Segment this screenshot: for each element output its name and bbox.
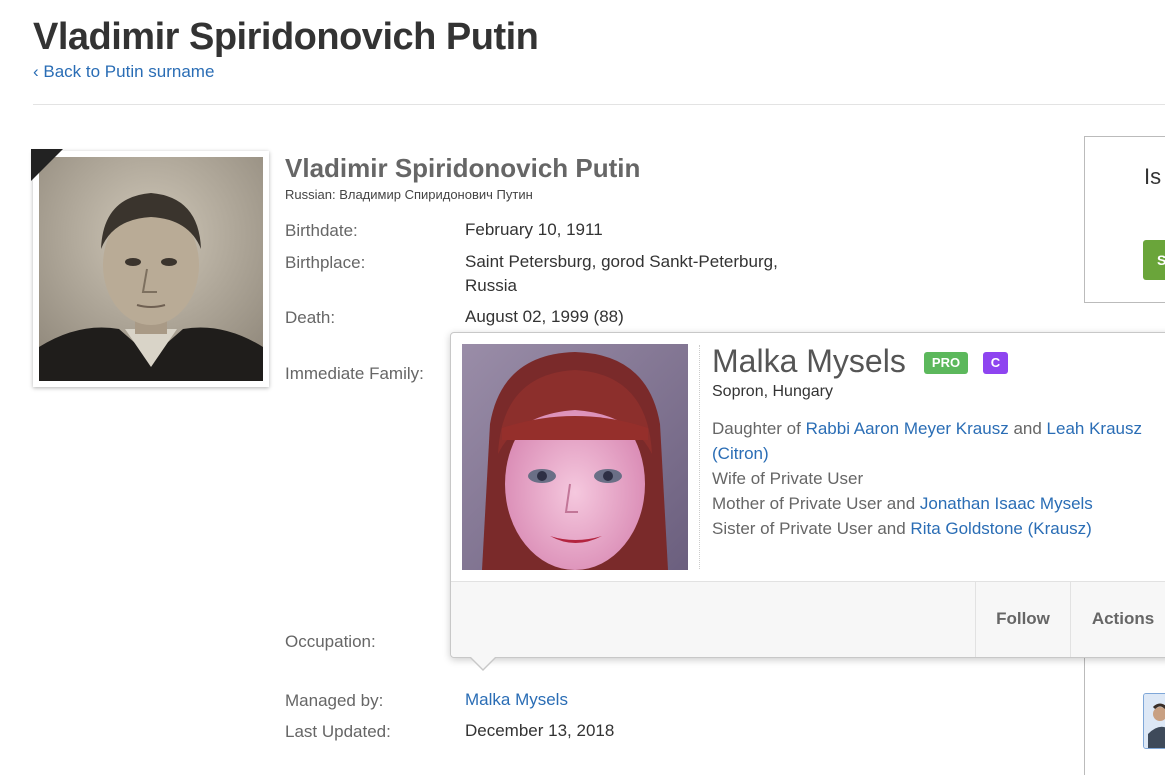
death-value: August 02, 1999 (88) [465,307,624,326]
birthdate-value: February 10, 1911 [465,220,603,239]
hovercard-pointer-inner [470,656,496,669]
son-link[interactable]: Jonathan Isaac Mysels [920,494,1093,513]
father-link[interactable]: Rabbi Aaron Meyer Krausz [806,419,1009,438]
curator-badge: C [983,352,1008,374]
birthdate-label: Birthdate: [285,221,358,240]
hovercard-footer: Follow Actions [451,581,1165,657]
relation-sister: Sister of Private User and Rita Goldston… [712,516,1152,541]
last-updated-value: December 13, 2018 [465,721,615,740]
manager-link[interactable]: Malka Mysels [465,690,568,709]
hovercard-separator [699,345,700,569]
user-avatar-icon [1144,694,1165,748]
hovercard-photo[interactable] [462,344,688,570]
sidebar-box: Is S [1084,136,1165,303]
managed-by-value: Malka Mysels [465,688,568,712]
sidebar-text: Is [1144,164,1162,189]
birthplace-label: Birthplace: [285,253,366,272]
relation-and: and [1008,419,1047,438]
birthplace-line-2: Russia [465,276,517,295]
occupation-label: Occupation: [285,632,376,651]
relation-daughter-prefix: Daughter of [712,419,806,438]
hovercard-photo-image [462,344,688,570]
death-label: Death: [285,308,336,327]
relation-mother-prefix: Mother of Private User and [712,494,920,513]
sidebar-box-lower [1084,655,1165,775]
native-name: Russian: Владимир Спиридонович Путин [285,187,533,202]
avatar[interactable] [1143,693,1165,749]
pro-badge: PRO [924,352,968,374]
relation-mother: Mother of Private User and Jonathan Isaa… [712,491,1152,516]
actions-button[interactable]: Actions [1070,582,1165,657]
birthplace-value: Saint Petersburg, gorod Sankt-Peterburg,… [465,250,778,298]
sidebar-button[interactable]: S [1143,240,1165,280]
hovercard-location: Sopron, Hungary [712,383,833,400]
back-to-surname-link[interactable]: ‹ Back to Putin surname [33,62,214,82]
birthplace-line-1: Saint Petersburg, gorod Sankt-Peterburg, [465,252,778,271]
hovercard-name[interactable]: Malka Mysels [712,343,906,380]
header-divider [33,104,1165,105]
profile-photo-image [39,157,263,381]
profile-photo[interactable] [31,149,269,387]
follow-button[interactable]: Follow [975,582,1070,657]
sister-link[interactable]: Rita Goldstone (Krausz) [910,519,1091,538]
page-title: Vladimir Spiridonovich Putin [33,16,539,58]
immediate-family-label: Immediate Family: [285,364,424,383]
last-updated-label: Last Updated: [285,722,391,741]
relation-daughter: Daughter of Rabbi Aaron Meyer Krausz and… [712,416,1152,466]
profile-name: Vladimir Spiridonovich Putin [285,153,641,183]
relation-wife: Wife of Private User [712,469,864,488]
profile-hovercard: Malka Mysels PRO C Sopron, Hungary Daugh… [450,332,1165,671]
managed-by-label: Managed by: [285,691,384,710]
memorial-ribbon-icon [31,149,63,181]
relation-sister-prefix: Sister of Private User and [712,519,911,538]
